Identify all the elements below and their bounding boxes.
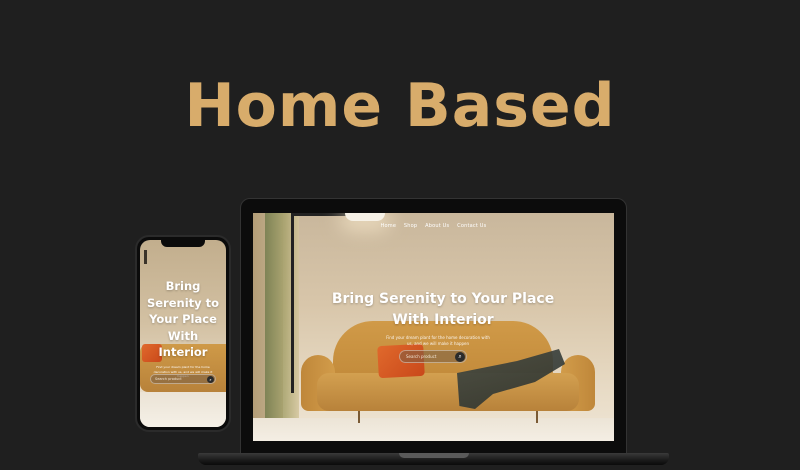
nav-home[interactable]: Home xyxy=(381,223,397,229)
laptop-search-bar[interactable]: Search product ⌕ xyxy=(399,350,467,363)
search-icon[interactable]: ⌕ xyxy=(455,352,465,362)
nav-contact-us[interactable]: Contact Us xyxy=(457,223,486,229)
sofa-legs xyxy=(348,411,548,423)
phone-hero-title-line5: Interior xyxy=(158,345,208,359)
search-icon[interactable]: ⌕ xyxy=(207,376,214,383)
laptop-hero-title-line2: With Interior xyxy=(392,312,494,328)
phone-floor xyxy=(140,392,226,427)
headline: Home Based xyxy=(184,71,616,141)
nav-about-us[interactable]: About Us xyxy=(425,223,449,229)
lamp-shade xyxy=(345,213,385,221)
nav-shop[interactable]: Shop xyxy=(404,223,417,229)
laptop-hero-subtitle: Find your dream plant for the home decor… xyxy=(386,335,490,346)
laptop-search-placeholder: Search product xyxy=(406,354,437,359)
phone-hero-title-line1: Bring xyxy=(165,279,201,293)
phone-search-placeholder: Search product xyxy=(155,377,182,381)
phone-notch xyxy=(161,240,205,247)
phone-search-bar[interactable]: Search product ⌕ xyxy=(150,374,216,384)
phone-lamp xyxy=(144,250,147,264)
phone-hero-title-line4: With xyxy=(167,328,199,343)
laptop-hero-title: Bring Serenity to Your Place With Interi… xyxy=(323,289,563,331)
phone-hero-title-line2: Serenity to xyxy=(146,295,220,310)
phone-hero-title-line3: Your Place xyxy=(149,312,217,326)
floor-lamp-pole xyxy=(291,213,294,393)
laptop-nav: Home Shop About Us Contact Us xyxy=(253,223,614,229)
laptop-screen: Home Shop About Us Contact Us Bring Sere… xyxy=(253,213,614,441)
phone-screen: Bring Serenity to Your Place With Interi… xyxy=(140,240,226,427)
laptop-hero-title-line1: Bring Serenity to Your Place xyxy=(331,291,555,307)
phone-hero-title: Bring Serenity to Your Place With Interi… xyxy=(140,278,226,361)
laptop-base-notch xyxy=(399,453,469,458)
